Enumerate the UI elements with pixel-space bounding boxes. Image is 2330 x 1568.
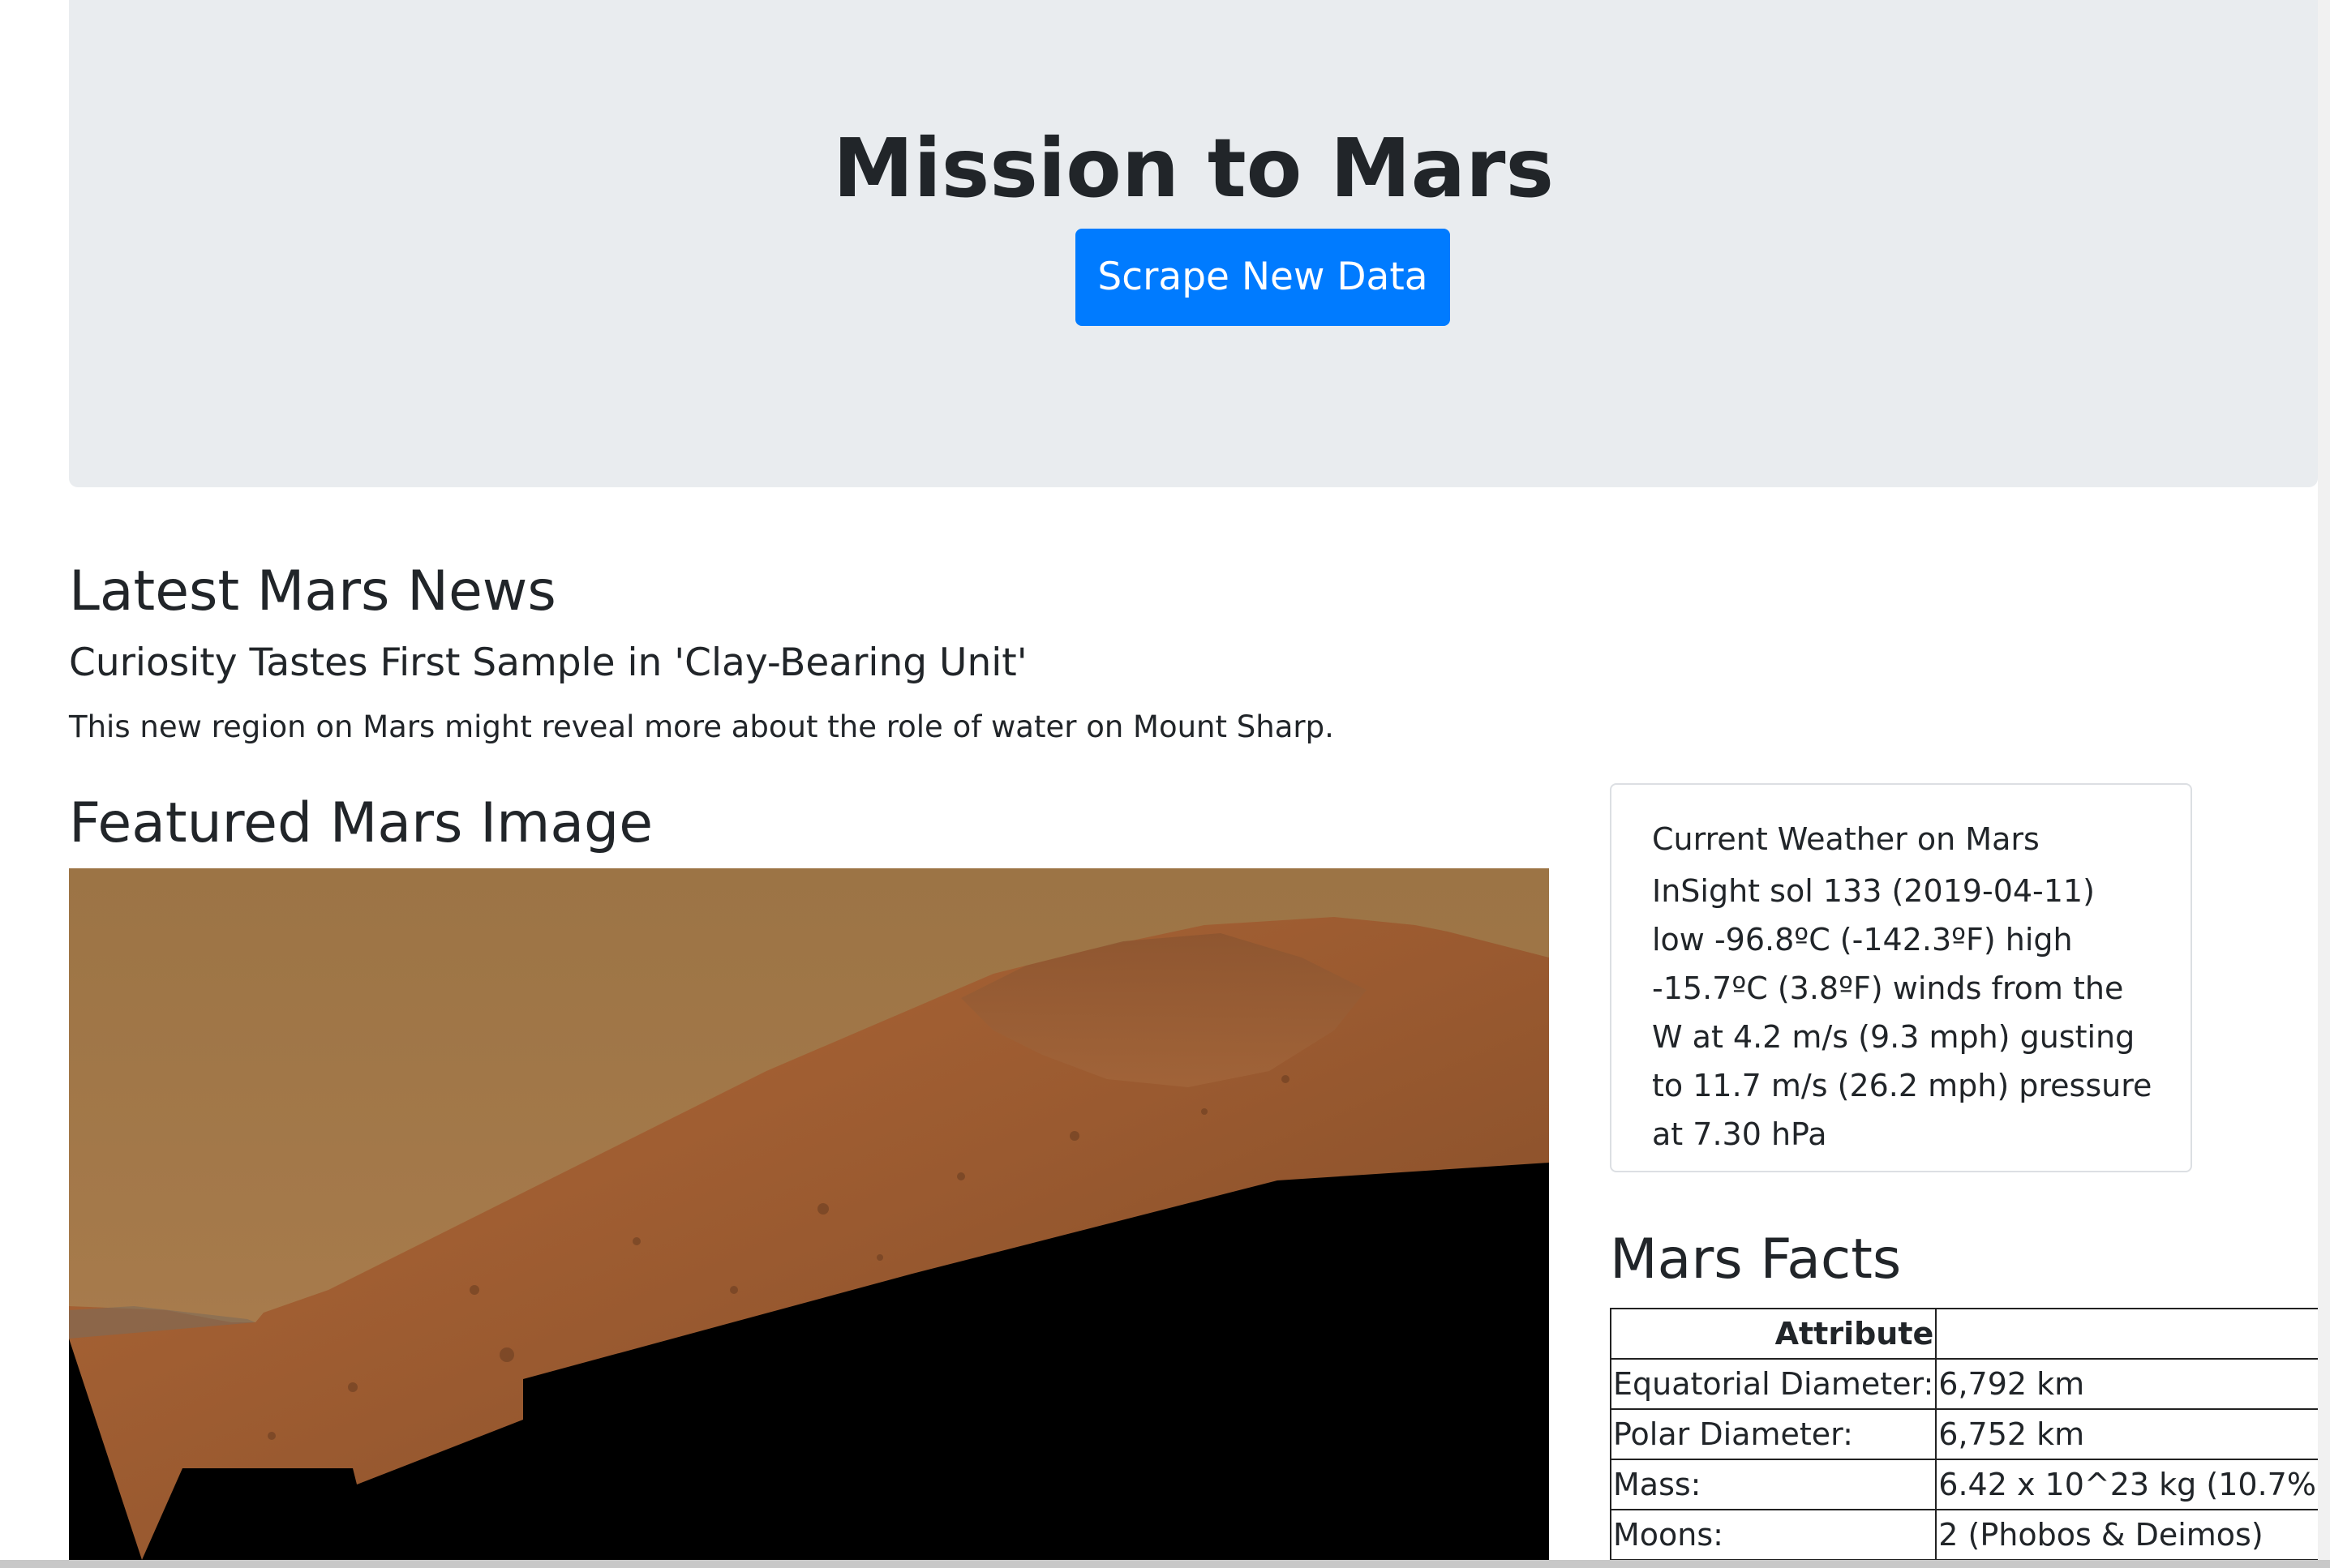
weather-report: InSight sol 133 (2019-04-11) low -96.8ºC… bbox=[1652, 873, 2152, 1152]
page: Mission to Mars Scrape New Data Latest M… bbox=[0, 0, 2330, 1568]
table-header-row: Attribute Value bbox=[1609, 1308, 2330, 1360]
latest-news-heading: Latest Mars News bbox=[69, 559, 556, 623]
value-cell: 6,792 km bbox=[1935, 1358, 2330, 1410]
scrape-new-data-button[interactable]: Scrape New Data bbox=[1075, 229, 1450, 326]
featured-mars-image[interactable] bbox=[69, 868, 1549, 1560]
mars-facts-table: Attribute Value Equatorial Diameter: 6,7… bbox=[1609, 1308, 2330, 1561]
attribute-cell: Equatorial Diameter: bbox=[1609, 1358, 1937, 1410]
featured-image-heading: Featured Mars Image bbox=[69, 791, 654, 855]
page-title: Mission to Mars bbox=[833, 121, 1554, 216]
mars-facts-heading: Mars Facts bbox=[1610, 1227, 1902, 1292]
mars-landscape-image bbox=[69, 868, 1549, 1560]
attribute-cell: Polar Diameter: bbox=[1609, 1408, 1937, 1460]
value-cell: 6.42 x 10^23 kg (10.7% Earth) bbox=[1935, 1459, 2330, 1510]
column-header-attribute: Attribute bbox=[1609, 1308, 1937, 1360]
table-row: Moons: 2 (Phobos & Deimos) bbox=[1609, 1509, 2330, 1561]
table-row: Mass: 6.42 x 10^23 kg (10.7% Earth) bbox=[1609, 1459, 2330, 1510]
weather-card: Current Weather on Mars InSight sol 133 … bbox=[1610, 783, 2192, 1172]
news-title: Curiosity Tastes First Sample in 'Clay-B… bbox=[69, 640, 1028, 685]
attribute-cell: Moons: bbox=[1609, 1509, 1937, 1561]
attribute-cell: Mass: bbox=[1609, 1459, 1937, 1510]
value-cell: 6,752 km bbox=[1935, 1408, 2330, 1460]
value-cell: 2 (Phobos & Deimos) bbox=[1935, 1509, 2330, 1561]
jumbotron-header: Mission to Mars Scrape New Data bbox=[69, 0, 2318, 487]
weather-title: Current Weather on Mars bbox=[1652, 821, 2040, 857]
news-teaser: This new region on Mars might reveal mor… bbox=[69, 709, 1334, 744]
vertical-scrollbar[interactable] bbox=[2318, 0, 2330, 1560]
table-row: Equatorial Diameter: 6,792 km bbox=[1609, 1358, 2330, 1410]
horizontal-scrollbar[interactable] bbox=[0, 1560, 2330, 1568]
table-row: Polar Diameter: 6,752 km bbox=[1609, 1408, 2330, 1460]
column-header-value: Value bbox=[1935, 1308, 2330, 1360]
